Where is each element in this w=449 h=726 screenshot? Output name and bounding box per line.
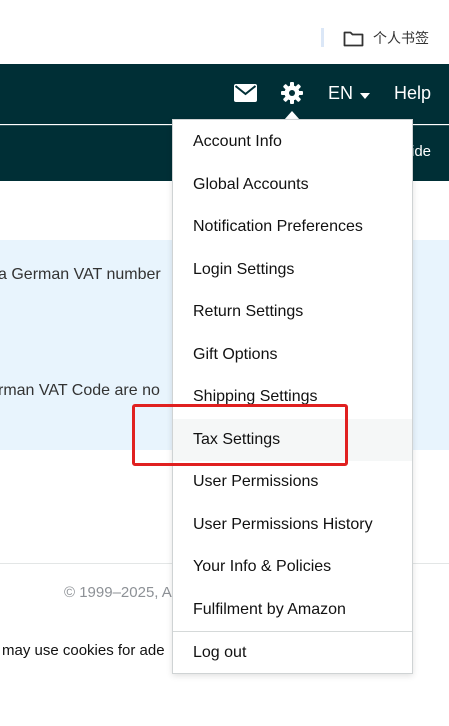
menu-item-fulfilment-by-amazon[interactable]: Fulfilment by Amazon	[173, 589, 412, 631]
info-text-vat-number: a German VAT number	[0, 266, 161, 283]
menu-item-gift-options[interactable]: Gift Options	[173, 334, 412, 376]
cookie-notice-text: may use cookies for ade	[2, 642, 165, 659]
language-label: EN	[328, 83, 354, 103]
bookmark-folder[interactable]: 个人书签	[343, 27, 429, 49]
menu-item-your-info-policies[interactable]: Your Info & Policies	[173, 546, 412, 588]
settings-dropdown-menu: Account Info Global Accounts Notificatio…	[172, 119, 413, 674]
bookmark-separator	[321, 28, 324, 47]
highlight-box-tax-settings	[132, 404, 348, 466]
top-navigation-bar	[0, 64, 449, 124]
secondary-nav-link[interactable]: ide	[411, 143, 431, 160]
menu-item-user-permissions[interactable]: User Permissions	[173, 461, 412, 503]
language-selector[interactable]: EN	[328, 83, 371, 104]
info-text-vat-code: rman VAT Code are no	[0, 382, 160, 399]
bookmark-folder-label: 个人书签	[373, 31, 429, 47]
menu-item-log-out[interactable]: Log out	[173, 632, 412, 674]
caret-down-icon	[360, 83, 371, 104]
menu-item-notification-preferences[interactable]: Notification Preferences	[173, 206, 412, 248]
menu-item-return-settings[interactable]: Return Settings	[173, 291, 412, 333]
menu-item-global-accounts[interactable]: Global Accounts	[173, 164, 412, 206]
copyright-text: © 1999–2025, A	[64, 584, 172, 601]
gear-icon[interactable]	[281, 82, 303, 109]
help-link[interactable]: Help	[394, 83, 431, 104]
menu-item-login-settings[interactable]: Login Settings	[173, 249, 412, 291]
menu-item-user-permissions-history[interactable]: User Permissions History	[173, 504, 412, 546]
folder-icon	[343, 30, 364, 47]
mail-icon[interactable]	[234, 84, 257, 107]
menu-item-account-info[interactable]: Account Info	[173, 121, 412, 163]
